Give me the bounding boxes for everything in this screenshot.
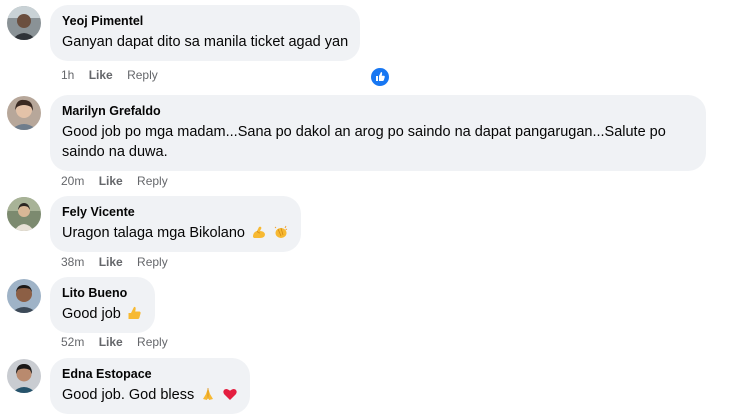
reaction-badge[interactable]: [369, 66, 391, 88]
comment-author[interactable]: Yeoj Pimentel: [62, 13, 348, 29]
comment-author[interactable]: Marilyn Grefaldo: [62, 103, 694, 119]
comment-text: Good job. God bless: [62, 387, 195, 403]
reply-link[interactable]: Reply: [137, 254, 168, 270]
comment-timestamp[interactable]: 1h: [61, 67, 74, 83]
reply-link[interactable]: Reply: [127, 67, 158, 83]
like-link[interactable]: Like: [99, 173, 123, 189]
clapping-hands-emoji: [274, 225, 288, 238]
red-heart-emoji: [223, 389, 237, 400]
avatar[interactable]: [7, 197, 41, 231]
reply-link[interactable]: Reply: [137, 334, 168, 350]
comment-bubble: Yeoj Pimentel Ganyan dapat dito sa manil…: [50, 5, 361, 61]
reply-link[interactable]: Reply: [137, 173, 168, 189]
flexed-biceps-emoji: [253, 226, 266, 238]
like-link[interactable]: Like: [89, 67, 113, 83]
comment-timestamp[interactable]: 52m: [61, 334, 84, 350]
comment-meta: 1h Like Reply: [61, 67, 169, 83]
avatar[interactable]: [7, 279, 41, 313]
comment-text: Good job: [62, 306, 121, 322]
comment-author[interactable]: Lito Bueno: [62, 285, 143, 301]
comment-bubble: Fely Vicente Uragon talaga mga Bikolano: [50, 196, 302, 252]
avatar[interactable]: [7, 359, 41, 393]
like-link[interactable]: Like: [99, 254, 123, 270]
comment-timestamp[interactable]: 38m: [61, 254, 84, 270]
comment-text: Good job po mga madam...Sana po dakol an…: [62, 124, 666, 160]
comment-text: Ganyan dapat dito sa manila ticket agad …: [62, 34, 349, 50]
avatar[interactable]: [7, 6, 41, 40]
comment-timestamp[interactable]: 20m: [61, 173, 84, 189]
like-link[interactable]: Like: [99, 334, 123, 350]
comment-bubble: Edna Estopace Good job. God bless: [50, 358, 251, 414]
comment-text-row: Good job: [62, 304, 143, 324]
comment-meta: 38m Like Reply: [61, 254, 179, 270]
comment-meta: 20m Like Reply: [61, 173, 179, 189]
comment-author[interactable]: Edna Estopace: [62, 366, 238, 382]
comment-bubble: Marilyn Grefaldo Good job po mga madam..…: [50, 95, 706, 171]
thumbs-up-icon: [376, 72, 385, 81]
comment-text-row: Uragon talaga mga Bikolano: [62, 223, 289, 243]
comment-bubble: Lito Bueno Good job: [50, 277, 155, 333]
comment-author[interactable]: Fely Vicente: [62, 204, 289, 220]
folded-hands-emoji: [203, 388, 214, 400]
comment-text-row: Good job. God bless: [62, 385, 238, 405]
thumbs-up-emoji: [128, 306, 141, 319]
avatar[interactable]: [7, 96, 41, 130]
comment-text: Uragon talaga mga Bikolano: [62, 225, 245, 241]
comment-meta: 52m Like Reply: [61, 334, 179, 350]
